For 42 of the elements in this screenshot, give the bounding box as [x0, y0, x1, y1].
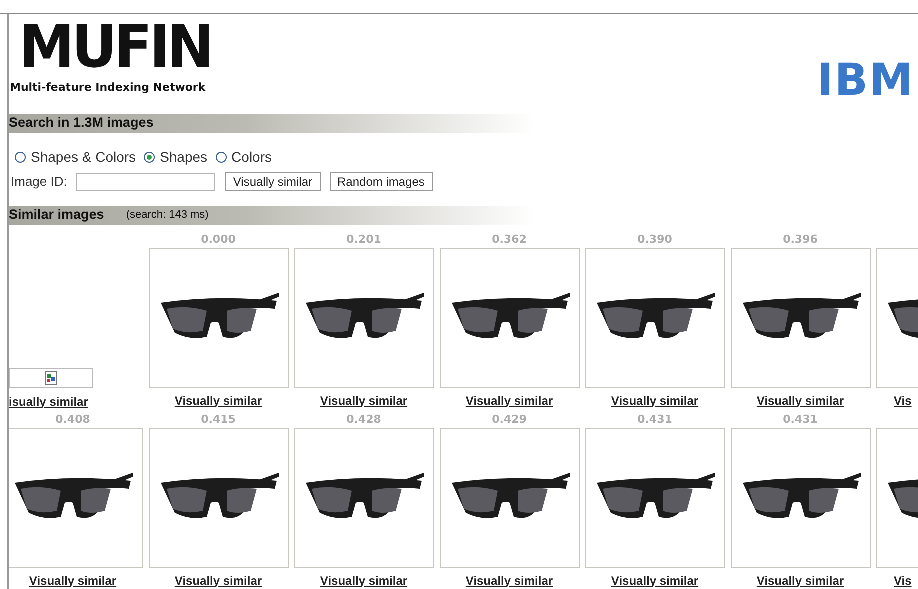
section-heading: Search in 1.3M images: [9, 114, 154, 132]
search-time: (search: 143 ms): [126, 208, 209, 223]
distance-score: 0.396: [783, 232, 818, 248]
partner-logo: IBM: [817, 58, 914, 104]
similar-link[interactable]: Vis: [894, 394, 912, 408]
logo-title: MUFIN: [19, 18, 212, 78]
random-button[interactable]: Random images: [330, 172, 433, 192]
similar-link[interactable]: Visually similar: [756, 574, 844, 588]
similar-link[interactable]: Vis: [894, 574, 912, 588]
radio-label[interactable]: Shapes: [160, 147, 208, 168]
similar-link[interactable]: Visually similar: [611, 394, 699, 408]
distance-score: 0.431: [783, 412, 818, 428]
broken-image-icon: [45, 370, 57, 384]
radio-button[interactable]: [15, 152, 26, 163]
similar-link[interactable]: Visually similar: [611, 574, 699, 588]
section-heading: Similar images: [9, 206, 104, 224]
similar-link[interactable]: Visually similar: [320, 574, 408, 588]
distance-score: 0.362: [492, 232, 527, 248]
image-id-field[interactable]: [76, 172, 216, 191]
logo-subtitle: Multi-feature Indexing Network: [10, 80, 207, 96]
distance-score: 0.429: [492, 412, 527, 428]
radio-label[interactable]: Colors: [232, 147, 272, 168]
similar-button[interactable]: Visually similar: [225, 172, 320, 192]
distance-score: 0.431: [638, 412, 672, 428]
similar-link[interactable]: Visually similar: [174, 394, 262, 408]
field-label: Image ID:: [11, 173, 68, 191]
radio-label[interactable]: Shapes & Colors: [31, 147, 136, 168]
similar-link[interactable]: Visually similar: [466, 574, 554, 588]
distance-score: 0.408: [56, 412, 90, 428]
similar-link[interactable]: Visually similar: [466, 394, 554, 408]
distance-score: 0.201: [346, 232, 382, 248]
distance-score: 0.428: [346, 412, 382, 428]
radio-button[interactable]: [216, 152, 227, 163]
similar-link[interactable]: Visually similar: [320, 394, 408, 408]
radio-button[interactable]: [144, 152, 156, 163]
similar-link[interactable]: Visually similar: [29, 574, 117, 588]
distance-score: 0.000: [201, 232, 236, 248]
similar-link[interactable]: Visually similar: [174, 574, 262, 588]
distance-score: 0.390: [638, 232, 672, 248]
similar-link[interactable]: isually similar: [9, 394, 88, 408]
similar-link[interactable]: Visually similar: [756, 394, 844, 408]
distance-score: 0.415: [201, 412, 236, 428]
